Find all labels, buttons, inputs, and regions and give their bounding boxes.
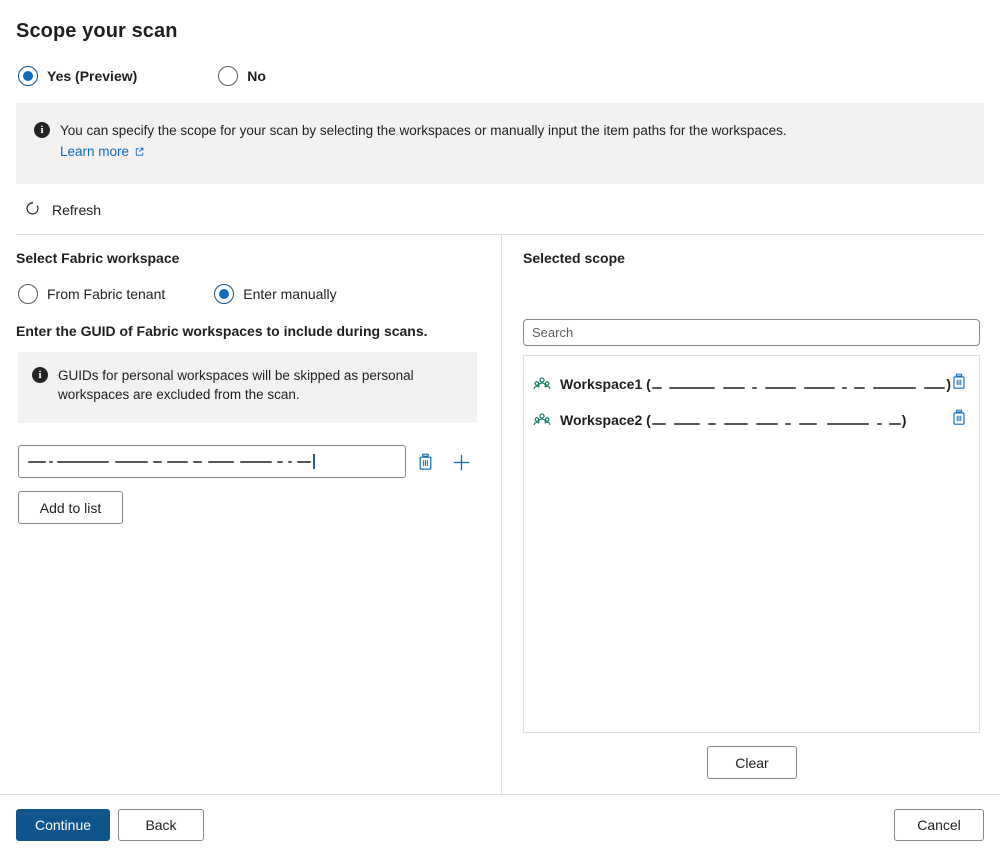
workspace-name: Workspace1 bbox=[560, 375, 643, 392]
scope-choice-group: Yes (Preview) No bbox=[18, 66, 266, 86]
delete-icon bbox=[953, 409, 965, 425]
redacted-text bbox=[240, 460, 272, 463]
workspace-name-with-guid: Workspace2 () bbox=[560, 412, 906, 429]
external-link-icon bbox=[134, 145, 145, 160]
dialog-footer: Continue Back Cancel bbox=[0, 795, 1000, 854]
redacted-guid bbox=[651, 422, 666, 425]
selected-scope-list: Workspace1 () Workspace2 () bbox=[523, 355, 980, 733]
guid-input[interactable] bbox=[18, 445, 406, 478]
redacted-text bbox=[115, 460, 148, 463]
workspace-name: Workspace2 bbox=[560, 411, 643, 428]
page-title: Scope your scan bbox=[16, 20, 178, 42]
refresh-label: Refresh bbox=[52, 202, 102, 218]
workspace-group-icon bbox=[533, 411, 551, 429]
redacted-guid bbox=[888, 422, 901, 425]
text-cursor bbox=[313, 454, 315, 469]
redacted-guid bbox=[803, 386, 835, 389]
info-banner-body: You can specify the scope for your scan … bbox=[60, 121, 787, 161]
radio-label-enter-manually: Enter manually bbox=[243, 286, 337, 302]
workspace-group-icon bbox=[533, 375, 551, 393]
redacted-text bbox=[193, 460, 202, 463]
radio-label-no: No bbox=[247, 68, 266, 84]
search-input[interactable]: Search bbox=[523, 319, 980, 346]
info-banner-text: You can specify the scope for your scan … bbox=[60, 123, 787, 138]
redacted-text bbox=[57, 460, 109, 463]
scope-your-scan-dialog: Scope your scan Yes (Preview) No i You c… bbox=[0, 0, 1000, 854]
redacted-text bbox=[208, 460, 234, 463]
paren-open: ( bbox=[642, 411, 651, 428]
refresh-button[interactable]: Refresh bbox=[24, 200, 101, 220]
redacted-guid bbox=[723, 386, 745, 389]
list-item[interactable]: Workspace1 () bbox=[524, 369, 979, 399]
info-icon: i bbox=[32, 367, 48, 383]
delete-workspace-button[interactable] bbox=[951, 373, 967, 395]
info-icon: i bbox=[34, 122, 50, 138]
redacted-guid bbox=[853, 386, 866, 389]
redacted-guid bbox=[723, 422, 748, 425]
add-guid-row-button[interactable] bbox=[450, 450, 472, 474]
add-to-list-button[interactable]: Add to list bbox=[18, 491, 123, 524]
redacted-guid bbox=[826, 422, 869, 425]
radio-from-fabric-tenant[interactable]: From Fabric tenant bbox=[18, 284, 165, 304]
learn-more-link[interactable]: Learn more bbox=[60, 144, 145, 160]
redacted-text bbox=[277, 460, 283, 463]
redacted-guid bbox=[873, 386, 916, 389]
radio-dot-from-fabric-tenant bbox=[18, 284, 38, 304]
redacted-guid bbox=[755, 422, 778, 425]
paren-open: ( bbox=[642, 375, 651, 392]
radio-dot-no bbox=[218, 66, 239, 86]
redacted-text bbox=[49, 460, 53, 463]
delete-guid-row-button[interactable] bbox=[414, 450, 436, 474]
redacted-guid bbox=[765, 386, 796, 389]
redacted-text bbox=[28, 460, 46, 463]
radio-label-yes: Yes (Preview) bbox=[47, 68, 138, 84]
radio-no[interactable]: No bbox=[218, 66, 266, 86]
list-item[interactable]: Workspace2 () bbox=[524, 405, 979, 435]
select-fabric-workspace-label: Select Fabric workspace bbox=[16, 250, 180, 266]
redacted-guid bbox=[923, 386, 946, 389]
redacted-guid bbox=[651, 386, 662, 389]
cancel-button[interactable]: Cancel bbox=[894, 809, 984, 841]
redacted-guid bbox=[798, 422, 817, 425]
personal-workspace-note: i GUIDs for personal workspaces will be … bbox=[18, 352, 477, 423]
redacted-guid bbox=[668, 386, 716, 389]
clear-button[interactable]: Clear bbox=[707, 746, 797, 779]
redacted-guid bbox=[707, 422, 716, 425]
personal-workspace-note-text: GUIDs for personal workspaces will be sk… bbox=[58, 368, 414, 402]
workspace-source-group: From Fabric tenant Enter manually bbox=[18, 284, 337, 304]
workspace-name-with-guid: Workspace1 () bbox=[560, 376, 951, 393]
delete-icon bbox=[953, 373, 965, 389]
refresh-icon bbox=[24, 200, 41, 220]
info-banner: i You can specify the scope for your sca… bbox=[16, 103, 984, 184]
radio-yes-preview[interactable]: Yes (Preview) bbox=[18, 66, 137, 86]
personal-workspace-note-body: GUIDs for personal workspaces will be sk… bbox=[58, 366, 463, 404]
continue-button[interactable]: Continue bbox=[16, 809, 110, 841]
search-placeholder: Search bbox=[532, 325, 574, 340]
panel-vertical-divider bbox=[501, 235, 502, 794]
radio-dot-yes bbox=[18, 66, 38, 86]
selected-scope-heading: Selected scope bbox=[523, 250, 625, 266]
radio-enter-manually[interactable]: Enter manually bbox=[214, 284, 337, 304]
redacted-guid bbox=[841, 386, 847, 389]
delete-workspace-button[interactable] bbox=[951, 409, 967, 431]
learn-more-label: Learn more bbox=[60, 144, 130, 159]
toolbar-divider bbox=[16, 234, 984, 235]
redacted-text bbox=[167, 460, 188, 463]
radio-dot-enter-manually bbox=[214, 284, 235, 304]
redacted-text bbox=[288, 460, 292, 463]
paren-close: ) bbox=[901, 411, 907, 428]
redacted-guid bbox=[751, 386, 758, 389]
dialog-content: Scope your scan Yes (Preview) No i You c… bbox=[0, 0, 1000, 796]
delete-icon bbox=[419, 453, 431, 470]
redacted-guid bbox=[784, 422, 791, 425]
redacted-guid bbox=[673, 422, 700, 425]
radio-label-from-fabric-tenant: From Fabric tenant bbox=[47, 286, 166, 302]
back-button[interactable]: Back bbox=[118, 809, 204, 841]
guid-instruction-label: Enter the GUID of Fabric workspaces to i… bbox=[16, 323, 428, 339]
redacted-text bbox=[297, 460, 311, 463]
redacted-text bbox=[153, 460, 162, 463]
add-icon bbox=[453, 454, 469, 470]
redacted-guid bbox=[876, 422, 882, 425]
